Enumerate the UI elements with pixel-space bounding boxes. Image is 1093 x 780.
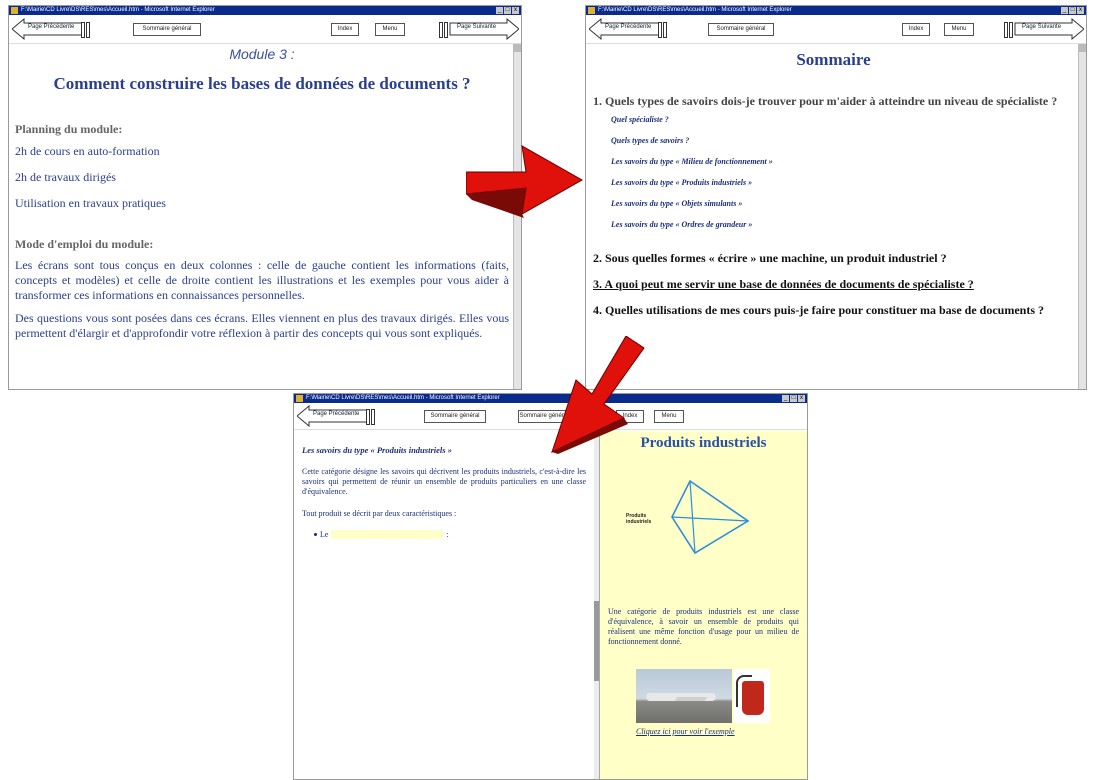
question-3[interactable]: 3. A quoi peut me servir une base de don… [593, 277, 1074, 292]
pause-bar-right-a [1004, 22, 1008, 38]
prev-label: Page Précédente [28, 24, 75, 30]
airplane-wing [674, 697, 708, 701]
page-title: Sommaire [796, 50, 871, 69]
planning-item: 2h de travaux dirigés [15, 170, 116, 184]
prev-page-button[interactable]: Page Précédente [297, 405, 369, 427]
ie-icon [588, 7, 595, 14]
question-2[interactable]: 2. Sous quelles formes « écrire » une ma… [593, 251, 1074, 266]
pause-bar-left-a [366, 409, 370, 425]
close-button[interactable]: x [1077, 7, 1084, 14]
next-page-button[interactable]: Page Suivante [1014, 18, 1084, 40]
summary-link[interactable]: Les savoirs du type « Produits industrie… [611, 178, 1074, 187]
scroll-thumb[interactable] [514, 44, 521, 52]
mode-paragraph: Les écrans sont tous conçus en deux colo… [15, 258, 509, 302]
question-1: 1. Quels types de savoirs dois-je trouve… [593, 94, 1058, 108]
prev-label: Page Précédente [313, 411, 360, 417]
mode-paragraph: Des questions vous sont posées dans ces … [15, 311, 509, 340]
summary-button[interactable]: Sommaire général [708, 23, 774, 36]
module-number: Module 3 : [229, 46, 295, 62]
diagram-label: Produits industriels [626, 513, 652, 525]
prev-page-button[interactable]: Page Précédente [589, 18, 661, 40]
prev-page-button[interactable]: Page Précédente [12, 18, 84, 40]
vertical-scrollbar[interactable] [1078, 44, 1086, 389]
summary-link[interactable]: Quel spécialiste ? [611, 115, 1074, 124]
example-link[interactable]: Cliquez ici pour voir l'exemple [636, 727, 735, 736]
airplane-photo [636, 669, 732, 723]
ie-icon [11, 7, 18, 14]
toolbar: Page Précédente Sommaire général Index M… [586, 15, 1086, 44]
next-label: Page Suivante [457, 24, 497, 30]
window-title: F:\Mairie\CD Livre\DS\RES\mes\Accueil.ht… [306, 395, 500, 401]
summary-button[interactable]: Sommaire général [133, 23, 201, 36]
vacuum-photo [734, 669, 770, 723]
window-title: F:\Mairie\CD Livre\DS\RES\mes\Accueil.ht… [21, 7, 215, 13]
bullet-dot [314, 533, 317, 536]
pause-bar-left-b [86, 22, 90, 38]
minimize-button[interactable]: _ [496, 7, 503, 14]
pause-bar-right-a [439, 22, 443, 38]
pause-bar-left-b [663, 22, 667, 38]
close-button[interactable]: x [798, 395, 805, 402]
mode-heading: Mode d'emploi du module: [15, 237, 154, 251]
maximize-button[interactable]: □ [1069, 7, 1076, 14]
next-page-button[interactable]: Page Suivante [449, 18, 519, 40]
right-paragraph: Une catégorie de produits industriels es… [608, 607, 799, 646]
left-paragraph: Cette catégorie désigne les savoirs qui … [302, 467, 586, 496]
bullet-item: Le : [314, 530, 586, 539]
menu-button[interactable]: Menu [375, 23, 405, 36]
summary-link[interactable]: Les savoirs du type « Objets simulants » [611, 199, 1074, 208]
bullet-prefix: Le [320, 530, 329, 539]
pause-bar-right-b [1009, 22, 1013, 38]
scroll-thumb[interactable] [1079, 44, 1086, 52]
pause-bar-right-b [444, 22, 448, 38]
menu-button[interactable]: Menu [944, 23, 974, 36]
planning-heading: Planning du module: [15, 122, 123, 136]
pause-bar-left-a [81, 22, 85, 38]
title-bar[interactable]: F:\Mairie\CD Livre\DS\RES\mes\Accueil.ht… [9, 6, 521, 15]
minimize-button[interactable]: _ [1061, 7, 1068, 14]
maximize-button[interactable]: □ [790, 395, 797, 402]
next-label: Page Suivante [1022, 24, 1062, 30]
index-button[interactable]: Index [902, 23, 930, 36]
question-4[interactable]: 4. Quelles utilisations de mes cours pui… [593, 303, 1074, 318]
planning-item: 2h de cours en auto-formation [15, 144, 160, 158]
left-paragraph: Tout produit se décrit par deux caractér… [302, 509, 457, 518]
window-module-3: F:\Mairie\CD Livre\DS\RES\mes\Accueil.ht… [8, 5, 522, 390]
index-button[interactable]: Index [331, 23, 359, 36]
bullet-suffix: : [446, 530, 449, 539]
summary-link[interactable]: Les savoirs du type « Ordres de grandeur… [611, 220, 1074, 229]
summary-button[interactable]: Sommaire général [424, 410, 486, 423]
window-title: F:\Mairie\CD Livre\DS\RES\mes\Accueil.ht… [598, 7, 792, 13]
summary-link[interactable]: Quels types de savoirs ? [611, 136, 1074, 145]
right-pane: Produits industriels Produits industriel… [599, 431, 807, 779]
answer-field[interactable] [331, 530, 444, 539]
planning-item: Utilisation en travaux pratiques [15, 196, 166, 210]
title-bar[interactable]: F:\Mairie\CD Livre\DS\RES\mes\Accueil.ht… [586, 6, 1086, 15]
window-sommaire: F:\Mairie\CD Livre\DS\RES\mes\Accueil.ht… [585, 5, 1087, 390]
pause-bar-left-b [371, 409, 375, 425]
vacuum-hose [736, 675, 752, 707]
ie-icon [296, 395, 303, 402]
prev-label: Page Précédente [605, 24, 652, 30]
minimize-button[interactable]: _ [782, 395, 789, 402]
red-arrow-right [466, 145, 584, 218]
left-title: Les savoirs du type « Produits industrie… [302, 445, 452, 455]
toolbar: Page Précédente Sommaire général Index M… [9, 15, 521, 44]
menu-button[interactable]: Menu [654, 410, 684, 423]
close-button[interactable]: x [512, 7, 519, 14]
page-title: Comment construire les bases de données … [53, 74, 471, 93]
summary-link[interactable]: Les savoirs du type « Milieu de fonction… [611, 157, 1074, 166]
pause-bar-left-a [658, 22, 662, 38]
maximize-button[interactable]: □ [504, 7, 511, 14]
left-pane: Les savoirs du type « Produits industrie… [294, 431, 599, 779]
red-arrow-down [551, 336, 645, 454]
